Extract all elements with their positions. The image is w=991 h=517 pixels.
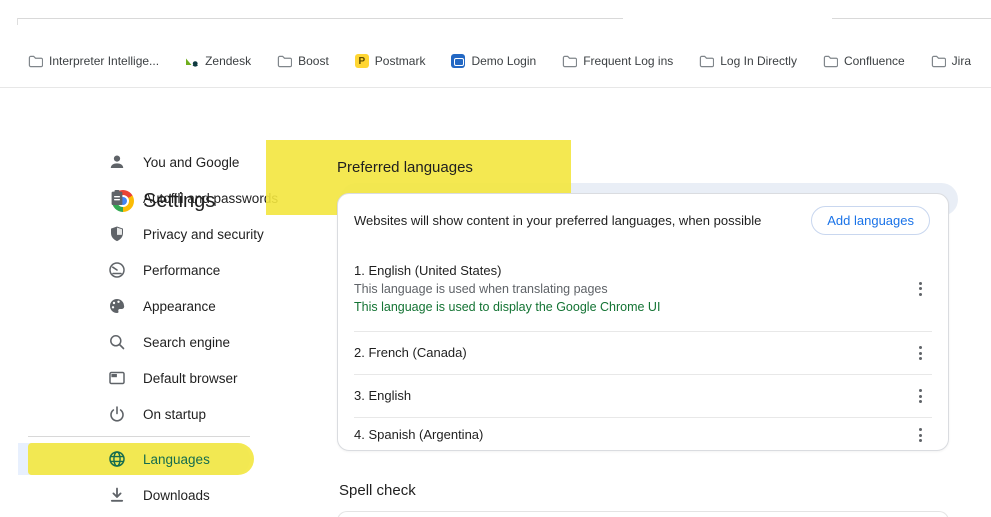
sidebar-item-you-and-google[interactable]: You and Google: [0, 144, 300, 180]
speedometer-icon: [108, 261, 126, 279]
add-languages-button[interactable]: Add languages: [811, 205, 930, 235]
sidebar-item-appearance[interactable]: Appearance: [0, 288, 300, 324]
sidebar-item-downloads[interactable]: Downloads: [0, 477, 300, 513]
bookmark-zendesk[interactable]: Zendesk: [185, 54, 251, 68]
languages-highlight-annotation: [28, 443, 254, 475]
bookmark-label: Confluence: [843, 54, 905, 68]
person-icon: [108, 153, 126, 171]
bookmark-label: Postmark: [374, 54, 426, 68]
language-name: 1. English (United States): [354, 262, 502, 278]
more-actions-icon[interactable]: [908, 423, 932, 447]
language-row: 4. Spanish (Argentina): [338, 418, 948, 452]
sidebar-item-autofill[interactable]: Autofill and passwords: [0, 180, 300, 216]
globe-icon: [108, 450, 126, 468]
sidebar-item-label: Search engine: [143, 334, 231, 350]
language-row: 2. French (Canada): [338, 332, 948, 374]
browser-window-icon: [108, 369, 126, 387]
section-title: Preferred languages: [337, 159, 473, 176]
postmark-icon: P: [354, 54, 369, 68]
folder-icon: [562, 54, 578, 69]
bookmark-label: Jira: [951, 54, 972, 68]
browser-toolbar: Chrome chrome://settings/languages: [0, 25, 991, 73]
language-ui-note: This language is used to display the Goo…: [354, 299, 661, 314]
sidebar-item-languages[interactable]: Languages: [0, 441, 300, 477]
bookmark-confluence[interactable]: Confluence: [823, 54, 905, 69]
language-row: 1. English (United States) This language…: [338, 246, 948, 331]
more-actions-icon[interactable]: [908, 341, 932, 365]
bookmark-boost[interactable]: Boost: [277, 54, 329, 69]
sidebar-item-label: Performance: [143, 262, 221, 278]
bookmark-log-in-directly[interactable]: Log In Directly: [699, 54, 797, 69]
sidebar-item-label: Default browser: [143, 370, 238, 386]
folder-icon: [277, 54, 293, 69]
folder-icon: [699, 54, 715, 69]
bookmark-frequent-log-ins[interactable]: Frequent Log ins: [562, 54, 673, 69]
card-header-row: Websites will show content in your prefe…: [338, 194, 948, 246]
sidebar-item-default-browser[interactable]: Default browser: [0, 360, 300, 396]
sidebar-item-performance[interactable]: Performance: [0, 252, 300, 288]
palette-icon: [108, 297, 126, 315]
language-name: 3. English: [354, 388, 412, 403]
sidebar-item-label: On startup: [143, 406, 207, 422]
bookmark-interpreter-intelligence[interactable]: Interpreter Intellige...: [28, 54, 159, 69]
power-icon: [108, 405, 126, 423]
spell-check-section-title: Spell check: [339, 482, 416, 499]
sidebar-divider: [28, 436, 250, 437]
shield-icon: [108, 225, 126, 243]
bookmark-demo-login[interactable]: Demo Login: [451, 54, 536, 68]
sidebar-item-label: You and Google: [143, 154, 240, 170]
sidebar-item-privacy[interactable]: Privacy and security: [0, 216, 300, 252]
sidebar-item-label: Autofill and passwords: [143, 190, 279, 206]
spell-check-card-top: [337, 511, 949, 517]
bookmark-label: Zendesk: [205, 54, 252, 68]
language-row-text: 1. English (United States) This language…: [354, 262, 660, 316]
sidebar-item-label: Appearance: [143, 298, 216, 314]
sidebar-item-label: Languages: [143, 451, 210, 467]
download-icon: [108, 486, 126, 504]
language-name: 4. Spanish (Argentina): [354, 427, 484, 442]
folder-icon: [28, 54, 43, 69]
sidebar-item-label: Privacy and security: [143, 226, 264, 242]
bookmark-postmark[interactable]: P Postmark: [354, 54, 426, 68]
bookmark-label: Boost: [298, 54, 329, 68]
browser-window: Chrome chrome://settings/languages Inter…: [0, 0, 991, 517]
bookmark-label: Demo Login: [471, 54, 537, 68]
window-top-edge: [17, 18, 623, 19]
clipboard-icon: [108, 189, 126, 207]
bookmark-jira[interactable]: Jira: [931, 54, 971, 69]
card-description: Websites will show content in your prefe…: [354, 212, 762, 228]
demo-login-icon: [451, 54, 466, 68]
settings-header: Settings: [0, 88, 991, 216]
language-name: 2. French (Canada): [354, 345, 467, 360]
zendesk-icon: [185, 54, 199, 68]
more-actions-icon[interactable]: [908, 277, 932, 301]
settings-sidebar: You and Google Autofill and passwords Pr…: [0, 144, 300, 513]
window-top-edge: [832, 18, 991, 19]
language-translate-note: This language is used when translating p…: [354, 281, 608, 296]
folder-icon: [823, 54, 838, 69]
folder-icon: [931, 54, 946, 69]
bookmarks-bar: Interpreter Intellige... Zendesk Boost P…: [0, 48, 991, 88]
sidebar-item-search-engine[interactable]: Search engine: [0, 324, 300, 360]
search-icon: [108, 333, 126, 351]
language-row: 3. English: [338, 375, 948, 417]
sidebar-item-label: Downloads: [143, 487, 210, 503]
bookmark-label: Interpreter Intellige...: [49, 54, 160, 68]
preferred-languages-card: Websites will show content in your prefe…: [337, 193, 949, 451]
sidebar-item-on-startup[interactable]: On startup: [0, 396, 300, 432]
bookmark-label: Frequent Log ins: [583, 54, 674, 68]
more-actions-icon[interactable]: [908, 384, 932, 408]
bookmark-label: Log In Directly: [720, 54, 797, 68]
